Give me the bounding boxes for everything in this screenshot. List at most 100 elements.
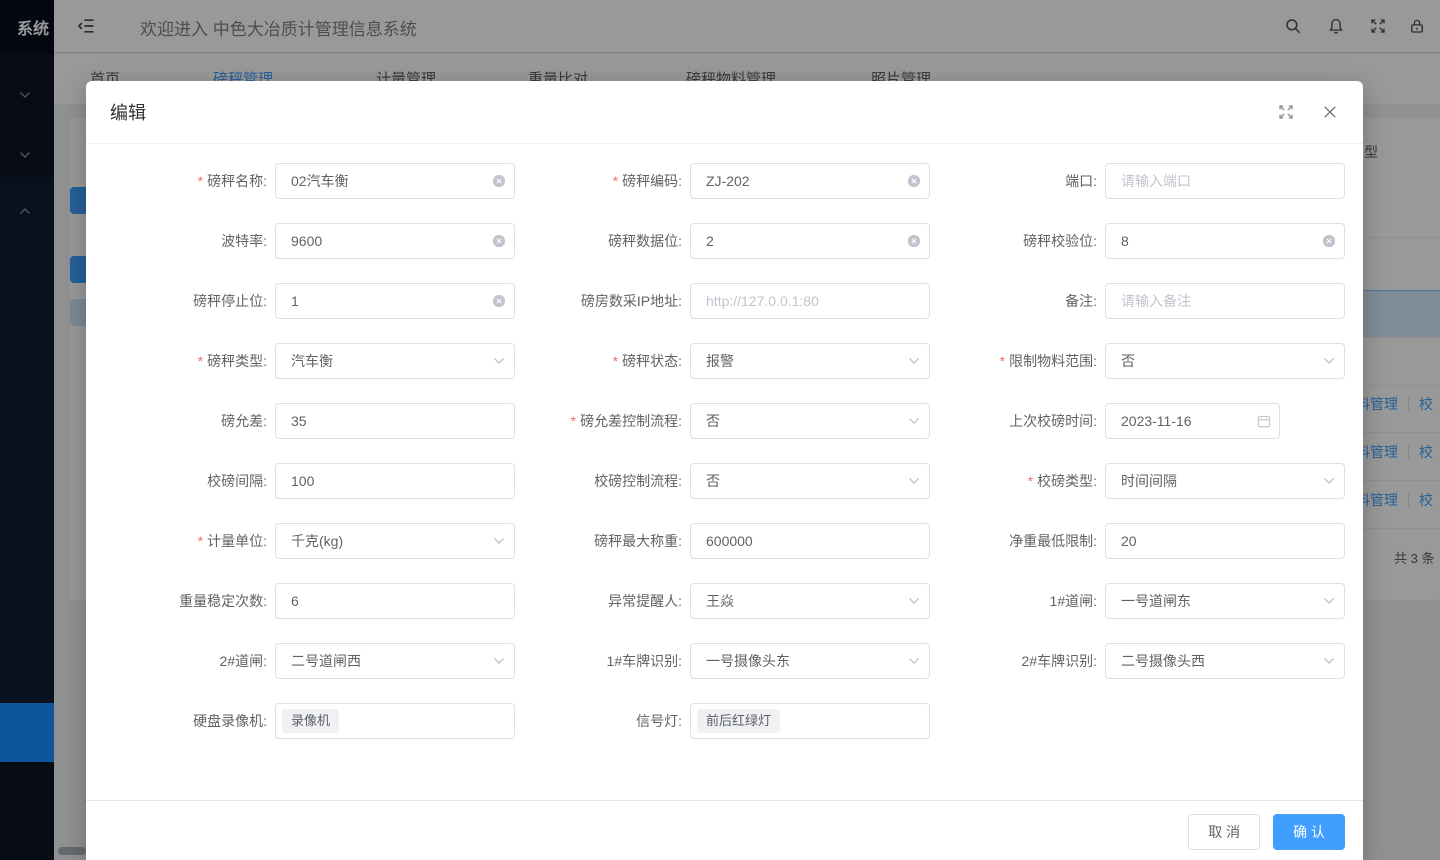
- chevron-down-icon: [492, 354, 506, 368]
- field-label: 磅房数采IP地址:: [520, 283, 682, 319]
- scale-status-select[interactable]: 报警: [690, 343, 930, 379]
- remark-field: 备注:: [935, 283, 1345, 319]
- min-net-weight-field: 净重最低限制:: [935, 523, 1345, 559]
- field-label: 磅秤状态:: [520, 343, 682, 379]
- scale-code-field: 磅秤编码:: [520, 163, 930, 199]
- field-label: 校磅间隔:: [100, 463, 267, 499]
- scale-name-field: 磅秤名称:: [100, 163, 515, 199]
- stop-bit-input[interactable]: [275, 283, 515, 319]
- signal-light-input[interactable]: 前后红绿灯: [690, 703, 930, 739]
- ip-address-input[interactable]: [690, 283, 930, 319]
- field-label: 波特率:: [100, 223, 267, 259]
- field-label: 磅秤停止位:: [100, 283, 267, 319]
- field-label: 校磅类型:: [935, 463, 1097, 499]
- gate2-select[interactable]: 二号道闸西: [275, 643, 515, 679]
- stable-count-field: 重量稳定次数:: [100, 583, 515, 619]
- ip-address-field: 磅房数采IP地址:: [520, 283, 930, 319]
- clear-icon[interactable]: [492, 234, 506, 248]
- gate1-field: 1#道闸: 一号道闸东: [935, 583, 1345, 619]
- chevron-down-icon: [907, 414, 921, 428]
- check-type-select[interactable]: 时间间隔: [1105, 463, 1345, 499]
- field-label: 磅允差控制流程:: [520, 403, 682, 439]
- data-bit-field: 磅秤数据位:: [520, 223, 930, 259]
- plate1-field: 1#车牌识别: 一号摄像头东: [520, 643, 930, 679]
- check-interval-field: 校磅间隔:: [100, 463, 515, 499]
- dialog-footer: 取 消 确 认: [86, 800, 1363, 860]
- unit-field: 计量单位: 千克(kg): [100, 523, 515, 559]
- last-check-time-field: 上次校磅时间:: [935, 403, 1345, 439]
- plate1-select[interactable]: 一号摄像头东: [690, 643, 930, 679]
- field-label: 磅允差:: [100, 403, 267, 439]
- last-check-date-input[interactable]: [1105, 403, 1280, 439]
- gate1-select[interactable]: 一号道闸东: [1105, 583, 1345, 619]
- signal-light-tag: 前后红绿灯: [697, 709, 780, 733]
- field-label: 1#道闸:: [935, 583, 1097, 619]
- check-interval-input[interactable]: [275, 463, 515, 499]
- chevron-down-icon: [907, 354, 921, 368]
- dvr-input[interactable]: 录像机: [275, 703, 515, 739]
- material-limit-field: 限制物料范围: 否: [935, 343, 1345, 379]
- stop-bit-field: 磅秤停止位:: [100, 283, 515, 319]
- data-bit-input[interactable]: [690, 223, 930, 259]
- max-weight-input[interactable]: [690, 523, 930, 559]
- field-label: 校磅控制流程:: [520, 463, 682, 499]
- min-net-weight-input[interactable]: [1105, 523, 1345, 559]
- clear-icon[interactable]: [1322, 234, 1336, 248]
- field-label: 上次校磅时间:: [935, 403, 1097, 439]
- field-label: 磅秤名称:: [100, 163, 267, 199]
- confirm-button[interactable]: 确 认: [1273, 814, 1345, 850]
- port-input[interactable]: [1105, 163, 1345, 199]
- check-bit-field: 磅秤校验位:: [935, 223, 1345, 259]
- field-label: 磅秤校验位:: [935, 223, 1097, 259]
- clear-icon[interactable]: [907, 174, 921, 188]
- tolerance-field: 磅允差:: [100, 403, 515, 439]
- calendar-icon[interactable]: [1257, 414, 1271, 428]
- clear-icon[interactable]: [907, 234, 921, 248]
- scale-type-select[interactable]: 汽车衡: [275, 343, 515, 379]
- field-label: 计量单位:: [100, 523, 267, 559]
- signal-light-field: 信号灯: 前后红绿灯: [520, 703, 930, 739]
- chevron-down-icon: [1322, 474, 1336, 488]
- field-label: 2#道闸:: [100, 643, 267, 679]
- plate2-select[interactable]: 二号摄像头西: [1105, 643, 1345, 679]
- unit-select[interactable]: 千克(kg): [275, 523, 515, 559]
- field-label: 1#车牌识别:: [520, 643, 682, 679]
- field-label: 净重最低限制:: [935, 523, 1097, 559]
- check-flow-select[interactable]: 否: [690, 463, 930, 499]
- chevron-down-icon: [1322, 594, 1336, 608]
- check-bit-input[interactable]: [1105, 223, 1345, 259]
- field-label: 磅秤最大称重:: [520, 523, 682, 559]
- scale-code-input[interactable]: [690, 163, 930, 199]
- chevron-down-icon: [1322, 654, 1336, 668]
- port-field: 端口:: [935, 163, 1345, 199]
- field-label: 磅秤类型:: [100, 343, 267, 379]
- dialog-header: 编辑: [86, 81, 1363, 144]
- field-label: 磅秤编码:: [520, 163, 682, 199]
- field-label: 限制物料范围:: [935, 343, 1097, 379]
- chevron-down-icon: [492, 534, 506, 548]
- empty-cell: [935, 703, 1345, 739]
- close-icon[interactable]: [1321, 103, 1339, 121]
- notifier-select[interactable]: 王焱: [690, 583, 930, 619]
- clear-icon[interactable]: [492, 174, 506, 188]
- clear-icon[interactable]: [492, 294, 506, 308]
- baud-rate-input[interactable]: [275, 223, 515, 259]
- tolerance-flow-select[interactable]: 否: [690, 403, 930, 439]
- field-label: 异常提醒人:: [520, 583, 682, 619]
- chevron-down-icon: [492, 654, 506, 668]
- field-label: 备注:: [935, 283, 1097, 319]
- dvr-tag: 录像机: [282, 709, 339, 733]
- dialog-fullscreen-icon[interactable]: [1277, 103, 1295, 121]
- chevron-down-icon: [907, 474, 921, 488]
- remark-input[interactable]: [1105, 283, 1345, 319]
- tolerance-input[interactable]: [275, 403, 515, 439]
- material-limit-select[interactable]: 否: [1105, 343, 1345, 379]
- cancel-button[interactable]: 取 消: [1188, 814, 1260, 850]
- check-type-field: 校磅类型: 时间间隔: [935, 463, 1345, 499]
- field-label: 硬盘录像机:: [100, 703, 267, 739]
- app-root: 系统 欢迎进入 中色大冶质计管理信息系统 首页 磅秤管理 计量管理 重量比对 磅…: [0, 0, 1440, 860]
- scale-name-input[interactable]: [275, 163, 515, 199]
- stable-count-input[interactable]: [275, 583, 515, 619]
- plate2-field: 2#车牌识别: 二号摄像头西: [935, 643, 1345, 679]
- check-flow-field: 校磅控制流程: 否: [520, 463, 930, 499]
